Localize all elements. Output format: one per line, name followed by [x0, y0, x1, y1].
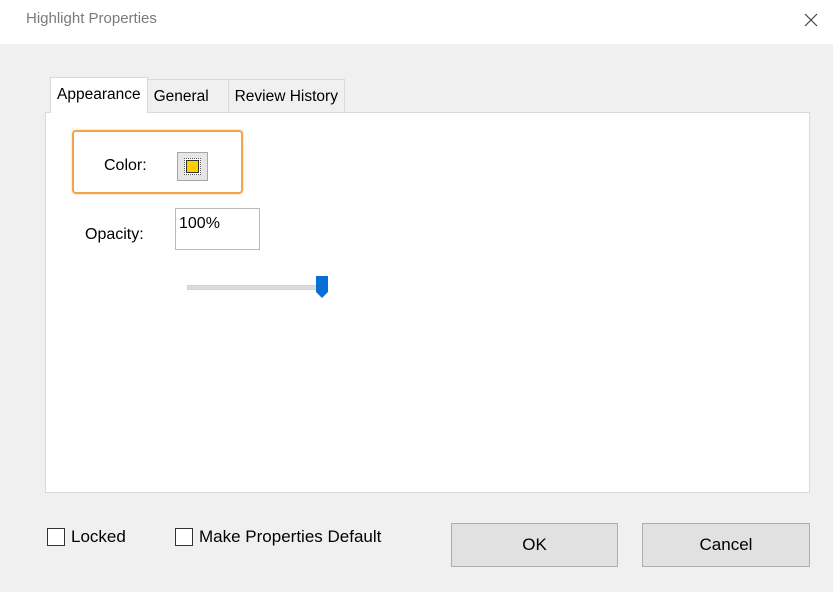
- color-highlight-box: [72, 130, 243, 194]
- title-bar: Highlight Properties: [0, 0, 833, 44]
- cancel-button[interactable]: Cancel: [642, 523, 810, 567]
- opacity-label: Opacity:: [85, 226, 144, 243]
- color-swatch: [186, 160, 199, 173]
- tab-review-history[interactable]: Review History: [227, 79, 345, 113]
- opacity-slider-thumb[interactable]: [316, 276, 328, 298]
- tab-strip: Appearance General Review History: [50, 77, 345, 113]
- tab-general[interactable]: General: [146, 79, 229, 113]
- opacity-slider-track[interactable]: [187, 285, 322, 290]
- highlight-properties-dialog: Highlight Properties Appearance General …: [0, 0, 833, 592]
- make-default-option[interactable]: Make Properties Default: [175, 527, 381, 547]
- locked-checkbox[interactable]: [47, 528, 65, 546]
- locked-option[interactable]: Locked: [47, 527, 126, 547]
- color-label: Color:: [104, 157, 147, 174]
- color-swatch-focus: [184, 158, 201, 175]
- color-picker-button[interactable]: [177, 152, 208, 181]
- dialog-title: Highlight Properties: [26, 10, 157, 27]
- tab-appearance[interactable]: Appearance: [50, 77, 148, 113]
- opacity-input[interactable]: 100%: [175, 208, 260, 250]
- locked-label: Locked: [71, 527, 126, 546]
- make-default-label: Make Properties Default: [199, 527, 382, 546]
- ok-button[interactable]: OK: [451, 523, 618, 567]
- close-button[interactable]: [789, 0, 833, 40]
- make-default-checkbox[interactable]: [175, 528, 193, 546]
- close-icon: [804, 13, 818, 27]
